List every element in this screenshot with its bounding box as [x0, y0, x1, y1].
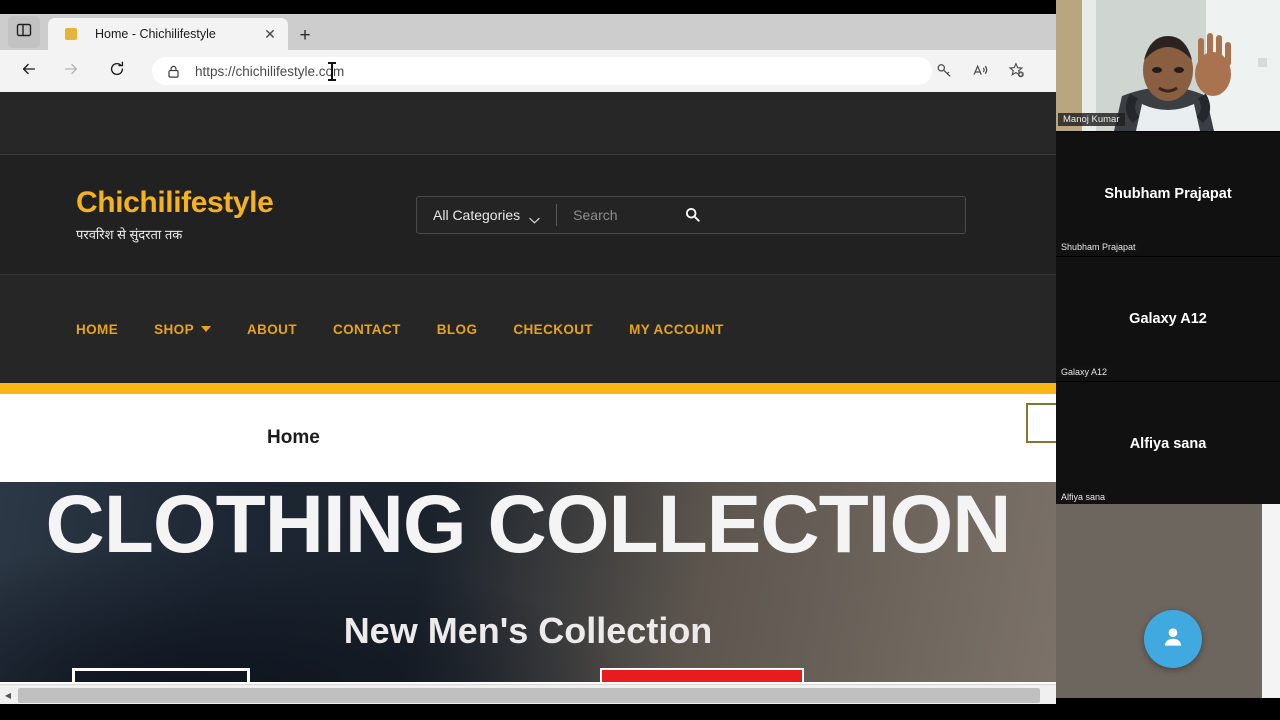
search-icon[interactable] [685, 207, 715, 222]
chevron-down-icon [200, 326, 211, 332]
tab-title: Home - Chichilifestyle [95, 27, 216, 41]
video-tile-participant-2[interactable]: Galaxy A12 Galaxy A12 [1056, 256, 1280, 381]
panel-side-sheet [1262, 504, 1280, 698]
url-text: https://chichilifestyle.com [195, 63, 345, 79]
nav-label: CHECKOUT [513, 321, 594, 337]
breadcrumb: Home [267, 427, 320, 448]
hero-primary-button[interactable] [600, 668, 804, 682]
browser-window: Home - Chichilifestyle ✕ + https://chich… [0, 0, 1056, 704]
reload-button[interactable] [104, 58, 130, 84]
new-tab-button[interactable]: + [294, 24, 316, 46]
add-favorite-icon[interactable] [1004, 58, 1028, 82]
video-tile-participant-3[interactable]: Alfiya sana Alfiya sana [1056, 381, 1280, 506]
logo-tagline: परवरिश से सुंदरता तक [76, 227, 183, 242]
nav-item-about[interactable]: ABOUT [229, 322, 315, 337]
horizontal-scrollbar[interactable]: ◀ [0, 684, 1056, 704]
reload-icon [108, 60, 126, 83]
site-favicon-icon [65, 28, 77, 40]
participant-name-label: Galaxy A12 [1058, 367, 1111, 377]
hero-secondary-button[interactable] [72, 668, 250, 682]
participant-display-name: Galaxy A12 [1129, 311, 1207, 327]
nav-label: BLOG [436, 321, 478, 337]
main-navigation: HOME SHOP ABOUT CONTACT BLOG CHECKOUT MY… [0, 275, 1056, 383]
accent-divider-bar [0, 383, 1056, 394]
hero-subtitle: New Men's Collection [343, 610, 713, 651]
participant-display-name: Alfiya sana [1129, 436, 1207, 452]
speaker-name-label: Manoj Kumar [1058, 113, 1125, 126]
address-bar[interactable]: https://chichilifestyle.com [152, 57, 932, 85]
call-panel-background [1056, 504, 1280, 720]
scrollbar-thumb[interactable] [18, 688, 1040, 703]
search-input[interactable]: Search [573, 207, 685, 223]
nav-label: HOME [76, 321, 119, 337]
site-topbar [0, 92, 1056, 155]
webcam-video [1056, 0, 1280, 131]
nav-label: SHOP [154, 321, 194, 337]
breadcrumb-band: Home [0, 394, 1056, 482]
nav-item-shop[interactable]: SHOP [136, 322, 229, 337]
read-aloud-icon[interactable] [968, 58, 992, 82]
nav-label: ABOUT [246, 321, 297, 337]
participant-name-label: Shubham Prajapat [1058, 242, 1139, 252]
participant-name-label: Alfiya sana [1058, 492, 1109, 502]
toolbar-icons [932, 58, 1028, 82]
nav-item-blog[interactable]: BLOG [419, 322, 496, 337]
participant-display-name: Shubham Prajapat [1104, 186, 1232, 202]
text-cursor [328, 62, 336, 81]
forward-button[interactable] [58, 58, 84, 84]
nav-label: MY ACCOUNT [629, 321, 724, 337]
video-tile-speaker[interactable]: Manoj Kumar [1056, 0, 1280, 131]
hero-banner: CLOTHING COLLECTION New Men's Collection [0, 482, 1056, 682]
avatar-button[interactable] [1144, 610, 1202, 668]
arrow-left-icon [20, 60, 38, 83]
search-bar[interactable]: All Categories Search [416, 195, 966, 234]
nav-label: CONTACT [332, 321, 401, 337]
screen: Home - Chichilifestyle ✕ + https://chich… [0, 0, 1280, 720]
hero-title: CLOTHING COLLECTION [45, 482, 1012, 570]
nav-item-contact[interactable]: CONTACT [315, 322, 419, 337]
nav-item-checkout[interactable]: CHECKOUT [495, 322, 611, 337]
bottom-letterbox [1056, 698, 1280, 720]
nav-item-home[interactable]: HOME [76, 322, 136, 337]
logo-text: Chichilifestyle [76, 186, 274, 219]
tab-actions-button[interactable] [8, 16, 40, 48]
nav-menu: HOME SHOP ABOUT CONTACT BLOG CHECKOUT MY… [76, 322, 742, 337]
nav-item-my-account[interactable]: MY ACCOUNT [611, 322, 742, 337]
back-button[interactable] [16, 58, 42, 84]
video-call-panel: Manoj Kumar Shubham Prajapat Shubham Pra… [1056, 0, 1280, 720]
close-icon[interactable]: ✕ [260, 24, 280, 44]
search-divider [556, 203, 558, 226]
split-pane-icon [16, 22, 32, 43]
browser-tab[interactable]: Home - Chichilifestyle ✕ [48, 18, 288, 50]
arrow-right-icon [62, 60, 80, 83]
person-icon [1160, 624, 1186, 655]
category-dropdown[interactable]: All Categories [417, 206, 540, 224]
chevron-down-icon [529, 211, 540, 224]
scroll-left-arrow-icon[interactable]: ◀ [0, 685, 16, 704]
key-icon[interactable] [932, 58, 956, 82]
lock-icon [166, 64, 181, 79]
site-logo[interactable]: Chichilifestyle परवरिश से सुंदरता तक [76, 186, 416, 243]
site-header: Chichilifestyle परवरिश से सुंदरता तक All… [0, 155, 1056, 275]
nav-right-box[interactable] [1026, 403, 1056, 443]
web-page: Chichilifestyle परवरिश से सुंदरता तक All… [0, 92, 1056, 684]
category-label: All Categories [433, 206, 521, 223]
video-tile-participant-1[interactable]: Shubham Prajapat Shubham Prajapat [1056, 131, 1280, 256]
